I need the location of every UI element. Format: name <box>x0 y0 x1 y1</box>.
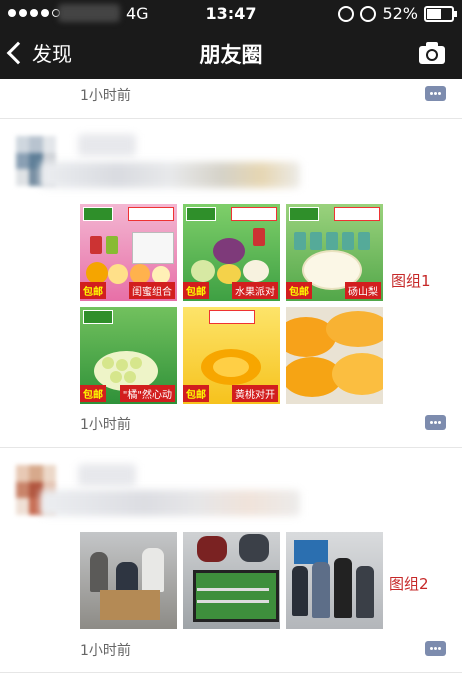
post-text-blurred <box>40 490 300 516</box>
page-title: 朋友圈 <box>199 43 263 67</box>
image-grid-1: 包邮 闺蜜组合 包邮 水果派对 包邮 砀山梨 包邮 "橘"然心动 包邮 黄桃对开 <box>80 204 383 404</box>
username-blurred[interactable] <box>78 464 136 486</box>
battery-icon <box>424 5 457 22</box>
divider <box>0 672 462 673</box>
tile-name: 黄桃对开 <box>232 385 278 402</box>
post-time: 1小时前 <box>80 417 131 433</box>
tile-name: "橘"然心动 <box>119 385 175 402</box>
product-image[interactable] <box>286 307 383 404</box>
tile-name: 闺蜜组合 <box>129 282 175 299</box>
group-label: 图组1 <box>391 272 431 290</box>
nav-bar: 发现 朋友圈 <box>0 28 462 79</box>
tile-name: 水果派对 <box>232 282 278 299</box>
tile-tag: 包邮 <box>183 282 209 299</box>
comment-button[interactable] <box>425 641 446 656</box>
group-label: 图组2 <box>389 575 429 593</box>
rotation-lock-icon <box>338 5 355 22</box>
divider <box>0 118 462 119</box>
product-image[interactable]: 包邮 "橘"然心动 <box>80 307 177 404</box>
camera-icon[interactable] <box>418 40 446 66</box>
divider <box>0 447 462 448</box>
product-image[interactable]: 包邮 水果派对 <box>183 204 280 301</box>
post-time: 1小时前 <box>80 88 131 104</box>
product-image[interactable]: 包邮 闺蜜组合 <box>80 204 177 301</box>
photo[interactable] <box>183 532 280 629</box>
tile-tag: 包邮 <box>286 282 312 299</box>
photo[interactable] <box>80 532 177 629</box>
tile-name: 砀山梨 <box>345 282 381 299</box>
status-bar: 4G 13:47 52% <box>0 0 462 28</box>
post-text-blurred <box>40 162 300 188</box>
tile-tag: 包邮 <box>183 385 209 402</box>
alarm-icon <box>360 5 377 22</box>
username-blurred[interactable] <box>78 134 136 156</box>
post-time: 1小时前 <box>80 643 131 659</box>
comment-button[interactable] <box>425 86 446 101</box>
comment-button[interactable] <box>425 415 446 430</box>
product-image[interactable]: 包邮 砀山梨 <box>286 204 383 301</box>
top-bar: 4G 13:47 52% 发现 朋友圈 <box>0 0 462 79</box>
photo[interactable] <box>286 532 383 629</box>
product-image[interactable]: 包邮 黄桃对开 <box>183 307 280 404</box>
battery-percent: 52% <box>382 4 418 23</box>
image-grid-2 <box>80 532 383 629</box>
tile-tag: 包邮 <box>80 385 106 402</box>
tile-tag: 包邮 <box>80 282 106 299</box>
